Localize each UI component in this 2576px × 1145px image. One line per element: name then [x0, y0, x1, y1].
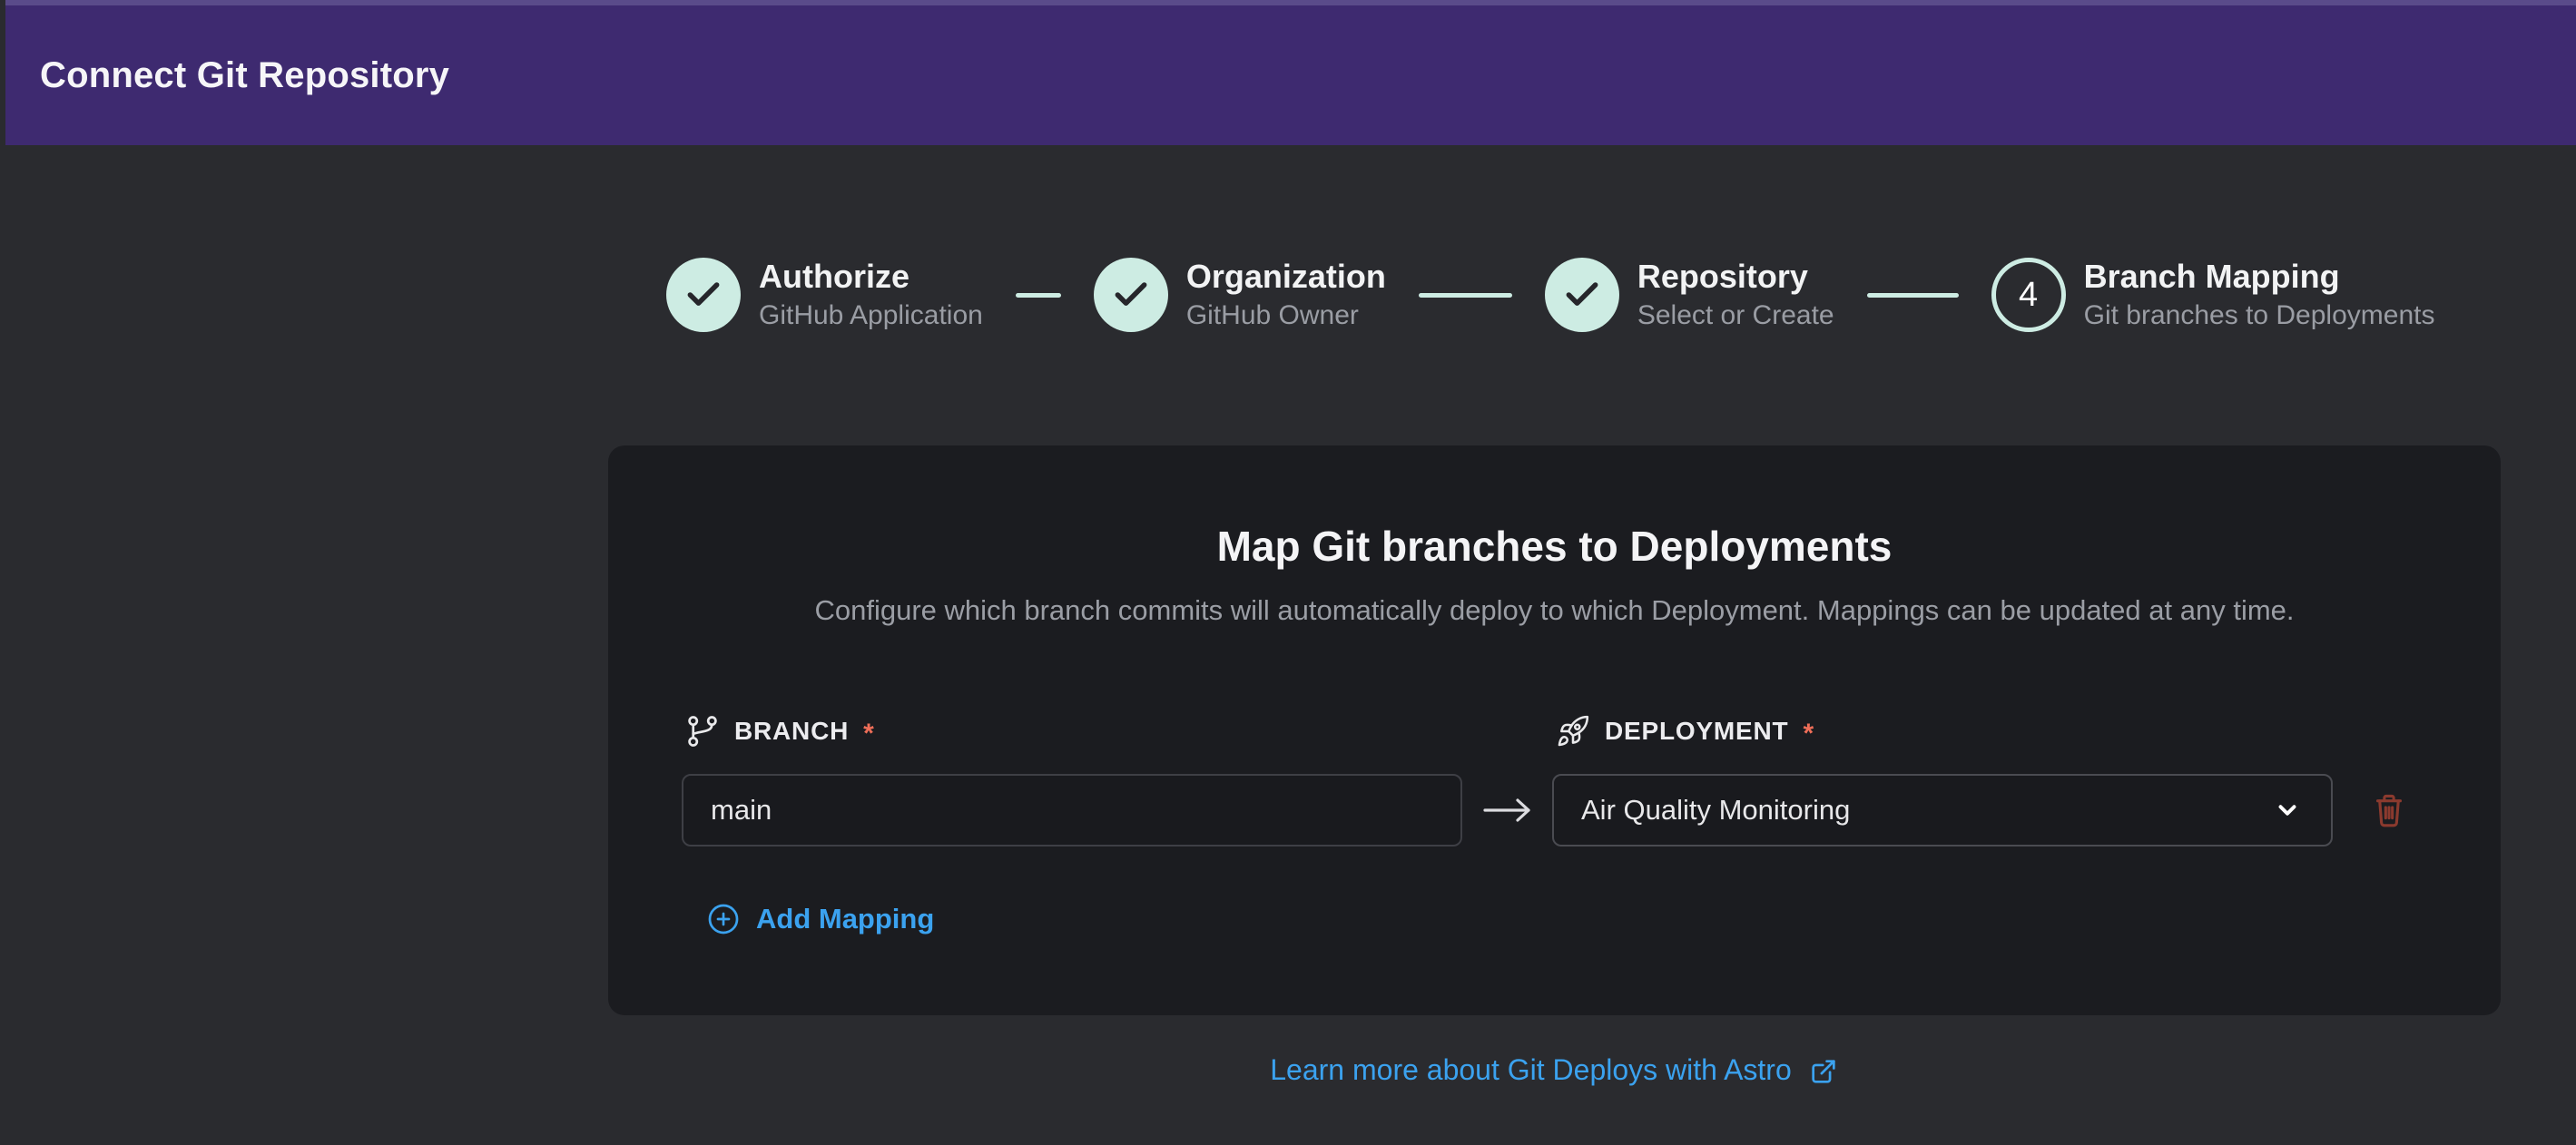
step-current-circle: 4 [1991, 258, 2066, 332]
step-title: Branch Mapping [2084, 258, 2435, 295]
step-title: Authorize [759, 258, 983, 295]
maps-to-arrow-icon [1462, 774, 1552, 847]
step-subtitle: Git branches to Deployments [2084, 300, 2435, 332]
trash-icon [2369, 790, 2409, 830]
branch-label: BRANCH * [685, 712, 1462, 750]
step-complete-circle [666, 258, 741, 332]
step-organization[interactable]: Organization GitHub Owner [1094, 258, 1386, 332]
card-subtitle: Configure which branch commits will auto… [682, 594, 2427, 627]
add-mapping-button[interactable]: Add Mapping [707, 903, 934, 935]
chevron-down-icon [2271, 794, 2304, 827]
deployment-field: DEPLOYMENT * Air Quality Monitoring [1552, 712, 2333, 847]
step-complete-circle [1545, 258, 1619, 332]
check-icon [1562, 275, 1602, 315]
step-branch-mapping[interactable]: 4 Branch Mapping Git branches to Deploym… [1991, 258, 2435, 332]
branch-field: BRANCH * [682, 712, 1462, 847]
wizard-stepper: Authorize GitHub Application Organizatio… [666, 257, 2434, 333]
step-connector [1419, 293, 1512, 298]
mapping-row: BRANCH * [682, 712, 2427, 847]
check-icon [683, 275, 723, 315]
modal-footer: Learn more about Git Deploys with Astro [608, 1052, 2501, 1087]
check-icon [1111, 275, 1151, 315]
add-mapping-label: Add Mapping [756, 903, 934, 935]
step-complete-circle [1094, 258, 1168, 332]
step-number: 4 [2019, 276, 2038, 315]
step-connector [1016, 293, 1061, 298]
step-repository[interactable]: Repository Select or Create [1545, 258, 1834, 332]
modal-header: Connect Git Repository [5, 0, 2576, 145]
modal-title: Connect Git Repository [40, 55, 449, 96]
step-title: Repository [1637, 258, 1834, 295]
plus-circle-icon [707, 903, 740, 935]
deployment-label-text: DEPLOYMENT [1605, 717, 1788, 746]
step-title: Organization [1186, 258, 1386, 295]
step-authorize[interactable]: Authorize GitHub Application [666, 258, 983, 332]
step-subtitle: GitHub Application [759, 300, 983, 332]
deployment-select[interactable]: Air Quality Monitoring [1552, 774, 2333, 847]
delete-mapping-button[interactable] [2369, 774, 2409, 847]
deployment-selected-value: Air Quality Monitoring [1581, 794, 1850, 827]
branch-label-text: BRANCH [734, 717, 849, 746]
learn-more-label: Learn more about Git Deploys with Astro [1270, 1053, 1792, 1087]
branch-input[interactable] [682, 774, 1462, 847]
required-marker: * [1803, 720, 1814, 748]
deployment-label: DEPLOYMENT * [1556, 712, 2333, 750]
branch-mapping-card: Map Git branches to Deployments Configur… [608, 445, 2501, 1015]
learn-more-link[interactable]: Learn more about Git Deploys with Astro [1270, 1052, 1839, 1087]
required-marker: * [863, 720, 874, 748]
git-branch-icon [685, 714, 720, 749]
step-subtitle: Select or Create [1637, 300, 1834, 332]
rocket-icon [1556, 714, 1590, 749]
step-connector [1867, 293, 1959, 298]
step-subtitle: GitHub Owner [1186, 300, 1386, 332]
card-title: Map Git branches to Deployments [682, 522, 2427, 571]
external-link-icon [1808, 1056, 1839, 1087]
